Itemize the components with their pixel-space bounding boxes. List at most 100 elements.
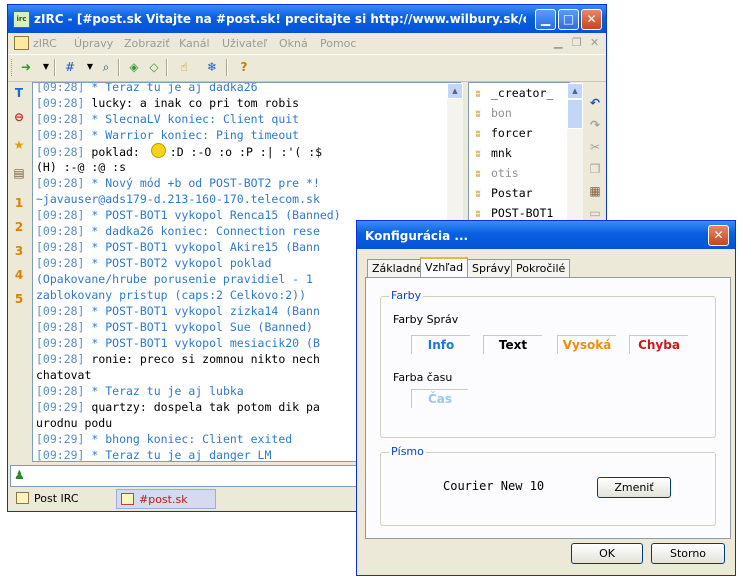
nick-list[interactable]: ʬ _creator_ ʬ bon ʬ forcer ʬ mnk ʬ otis ʬ Postar ʬ PO…: [468, 82, 570, 224]
toolbar-separator: [166, 59, 168, 76]
menu-zobrazit[interactable]: Zobraziť: [124, 37, 170, 50]
tool-5[interactable]: 5: [11, 291, 27, 307]
scroll-up-button[interactable]: ▲: [447, 83, 463, 99]
chat-timestamp: [09:28]: [36, 112, 85, 126]
channel-icon[interactable]: #: [62, 59, 78, 75]
chat-timestamp: [09:28]: [36, 352, 85, 366]
nick-item[interactable]: ʬ forcer: [469, 123, 569, 143]
maximize-button[interactable]: □: [558, 9, 579, 30]
chat-timestamp: [09:28]: [36, 82, 85, 94]
chat-text: * bhong koniec: Client exited: [84, 432, 293, 446]
connect-dropdown-icon[interactable]: ▼: [38, 59, 54, 75]
part-icon[interactable]: ◇: [146, 59, 162, 75]
cancel-button[interactable]: Storno: [651, 543, 725, 564]
nick-item[interactable]: ʬ bon: [469, 103, 569, 123]
chat-text: * POST-BOT1 vykopol Akire15 (Bann: [84, 240, 320, 254]
nick-item[interactable]: ʬ otis: [469, 163, 569, 183]
redo-icon[interactable]: ↷: [587, 117, 603, 133]
cut-icon[interactable]: ✂: [587, 139, 603, 155]
time-color-sample[interactable]: Čas: [411, 389, 468, 408]
nick-item[interactable]: ʬ Postar: [469, 183, 569, 203]
font-group-label: Písmo: [389, 445, 426, 458]
undo-icon[interactable]: ↶: [587, 95, 603, 111]
user-mode-icon: ʬ: [475, 129, 482, 140]
toolbar: ➜ ▼ # ▼ ⌕ ◈ ◇ ☝ ❄ ?: [8, 54, 606, 82]
nick-scrollbar[interactable]: ▲: [567, 83, 583, 221]
tool-1[interactable]: 1: [11, 195, 27, 211]
tab-spravy[interactable]: Správy: [467, 259, 516, 278]
favorites-icon[interactable]: ★: [11, 137, 27, 153]
chat-text: * POST-BOT1 vykopol mesiacik20 (B: [84, 336, 320, 350]
chat-line: [09:28] poklad: :D :-O :o :P :| :'( :$: [36, 143, 460, 159]
colors-group-label: Farby: [389, 289, 424, 302]
hand-icon[interactable]: ☝: [176, 59, 192, 75]
join-icon[interactable]: ◈: [126, 59, 142, 75]
menu-kanal[interactable]: Kanál: [179, 37, 210, 50]
chat-text: zablokovany pristup (caps:2 Celkovo:2)): [36, 288, 307, 302]
mdi-close-icon[interactable]: ✕: [590, 36, 599, 49]
tool-4[interactable]: 4: [11, 267, 27, 283]
chat-timestamp: [09:28]: [36, 96, 85, 110]
ok-button[interactable]: OK: [571, 543, 643, 564]
color-sample[interactable]: Chyba: [629, 335, 688, 354]
tab-post-irc[interactable]: Post IRC: [12, 489, 110, 509]
channel-list-icon[interactable]: ⌕: [98, 59, 114, 75]
change-font-button[interactable]: Zmeniť: [597, 477, 671, 498]
dialog-title-bar[interactable]: Konfigurácia ... ✕: [357, 221, 735, 249]
mdi-child-icon: [14, 36, 29, 50]
user-mode-icon: ʬ: [475, 109, 482, 120]
nick-item[interactable]: ʬ mnk: [469, 143, 569, 163]
chat-line: [09:28] * Nový mód +b od POST-BOT2 pre *…: [36, 175, 460, 191]
chat-timestamp: [09:28]: [36, 304, 85, 318]
color-sample[interactable]: Info: [411, 335, 470, 354]
menu-uzivatel[interactable]: Uživateľ: [222, 37, 267, 50]
toolbar-grip: [11, 59, 15, 76]
chat-text: * Teraz tu je aj danger_LM: [84, 448, 272, 462]
text-format-icon[interactable]: T: [11, 85, 27, 101]
tab-zakladne[interactable]: Základné: [367, 259, 429, 278]
chat-text: * Teraz tu je aj lubka: [84, 384, 244, 398]
menu-pomoc[interactable]: Pomoc: [320, 37, 356, 50]
tool-2[interactable]: 2: [11, 219, 27, 235]
tab-pokrocile[interactable]: Pokročilé: [511, 259, 571, 278]
settings-icon[interactable]: ❄: [204, 59, 220, 75]
close-button[interactable]: ✕: [581, 9, 602, 30]
chat-timestamp: [09:28]: [36, 240, 85, 254]
copy-icon[interactable]: ❐: [587, 161, 603, 177]
channel-dropdown-icon[interactable]: ▼: [82, 59, 98, 75]
connect-icon[interactable]: ➜: [18, 59, 34, 75]
main-title-bar[interactable]: irc zIRC - [#post.sk Vitajte na #post.sk…: [8, 5, 606, 33]
help-icon[interactable]: ?: [236, 59, 252, 75]
chat-text: chatovat: [36, 368, 92, 382]
menu-upravy[interactable]: Úpravy: [74, 37, 113, 50]
chat-text: * POST-BOT1 vykopol Renca15 (Banned): [84, 208, 341, 222]
color-sample[interactable]: Text: [483, 335, 542, 354]
nick-name: _creator_: [491, 86, 554, 100]
nick-name: otis: [491, 166, 519, 180]
minimize-button[interactable]: ▁: [535, 9, 556, 30]
clear-icon[interactable]: ▭: [587, 205, 603, 221]
dialog-close-button[interactable]: ✕: [708, 225, 729, 246]
chat-text: ronie: preco si zomnou nikto nech: [84, 352, 320, 366]
color-sample[interactable]: Vysoká: [557, 335, 616, 354]
channel-window-icon: [121, 493, 134, 505]
mdi-minimize-icon[interactable]: ▁: [554, 36, 562, 49]
menu-okna[interactable]: Okná: [279, 37, 308, 50]
nick-item[interactable]: ʬ _creator_: [469, 83, 569, 103]
chat-line: [09:28] lucky: a inak co pri tom robis: [36, 95, 460, 111]
menu-zirc[interactable]: zIRC: [33, 37, 57, 50]
stop-icon[interactable]: ⊖: [11, 109, 27, 125]
tool-3[interactable]: 3: [11, 243, 27, 259]
nick-scroll-thumb[interactable]: [567, 99, 583, 129]
tab-post-sk[interactable]: #post.sk: [116, 489, 216, 509]
user-icon: ♟: [14, 468, 25, 482]
nick-scroll-up-button[interactable]: ▲: [567, 83, 583, 99]
tab-post-irc-label: Post IRC: [34, 492, 79, 505]
chat-text: urodnu podu: [36, 416, 113, 430]
paste-icon[interactable]: ▦: [587, 183, 603, 199]
chat-text: poklad: :D :-O :o :P :| :'( :$: [84, 143, 323, 159]
chat-text: * Teraz tu je aj dadka26: [84, 82, 258, 94]
mdi-restore-icon[interactable]: ❐: [572, 36, 582, 49]
chat-text: ~javauser@ads179-d.213-160-170.telecom.s…: [36, 192, 320, 206]
notes-icon[interactable]: ▤: [11, 165, 27, 181]
